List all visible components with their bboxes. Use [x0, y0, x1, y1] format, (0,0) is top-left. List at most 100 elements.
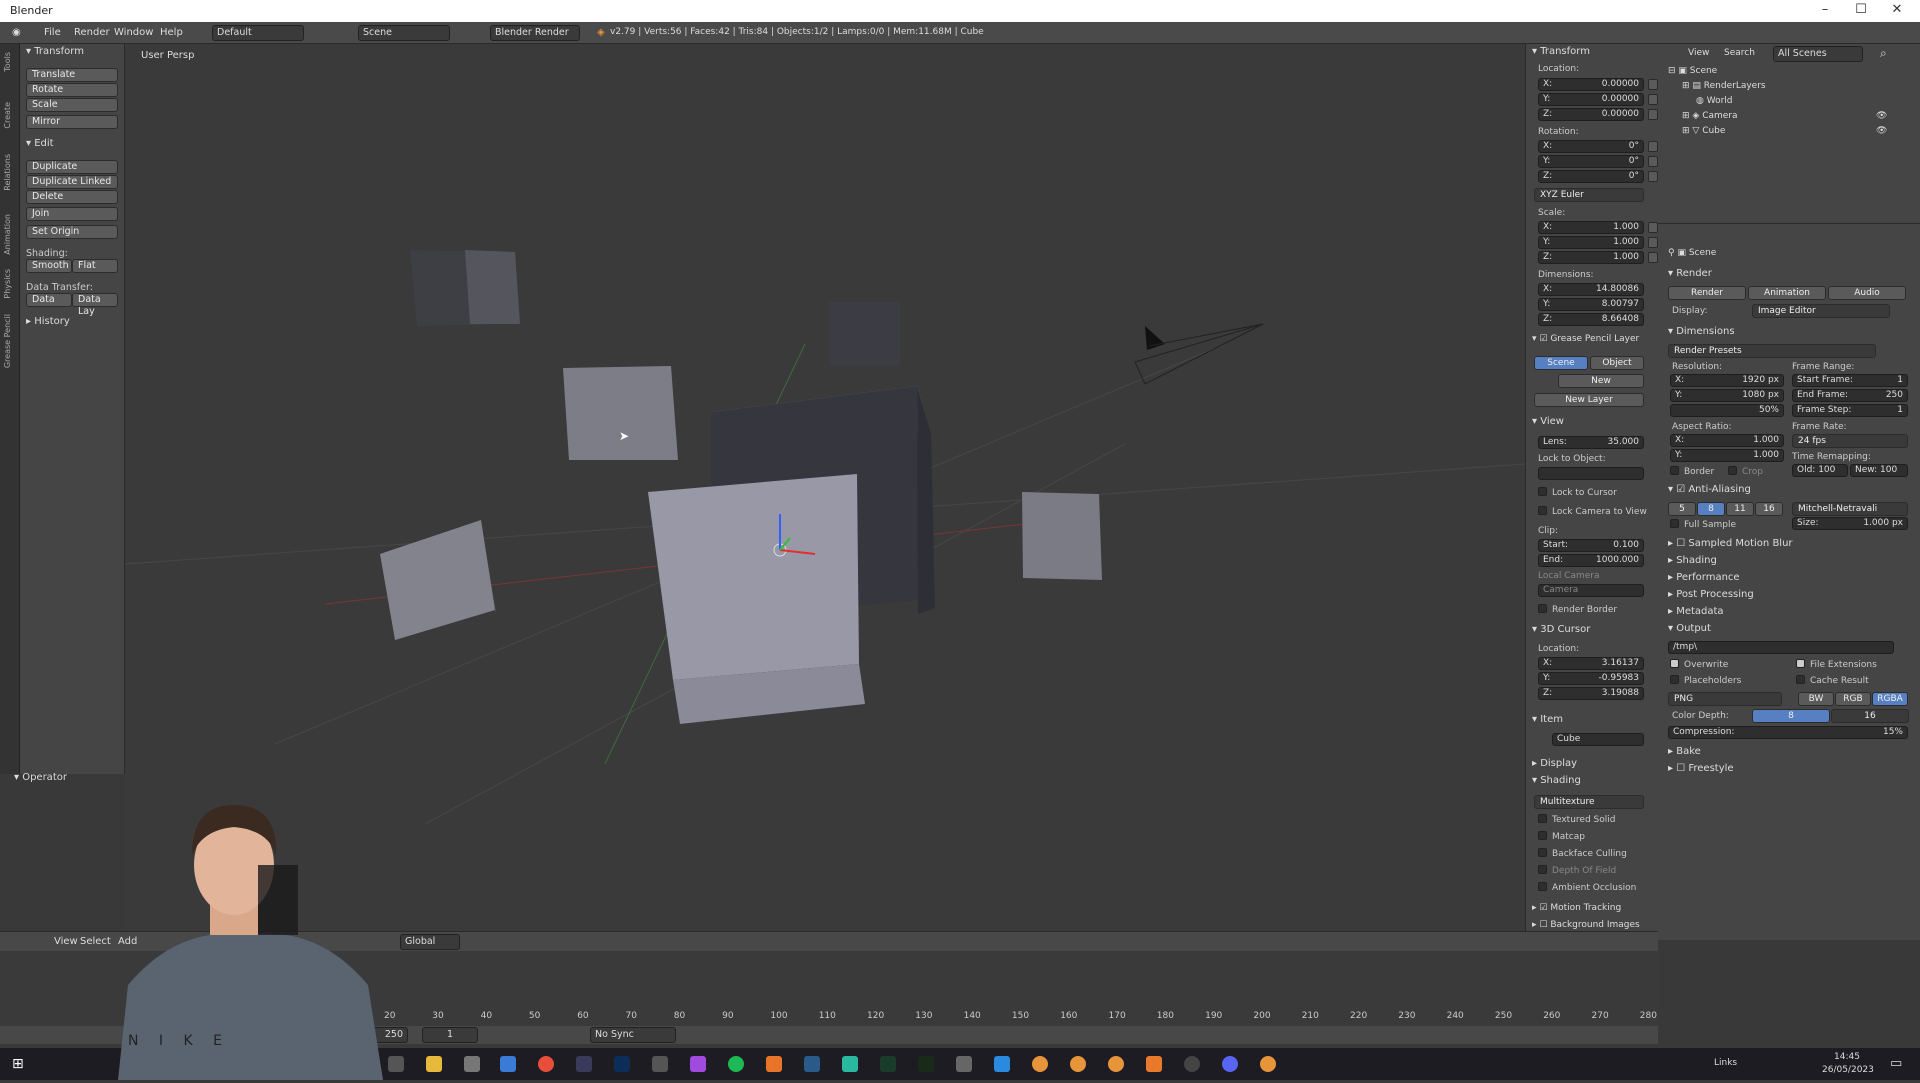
- menu-render[interactable]: Render: [74, 27, 110, 38]
- lock-icon[interactable]: [1648, 156, 1658, 167]
- painter-icon[interactable]: [918, 1056, 934, 1072]
- old-remap-field[interactable]: Old: 100: [1792, 464, 1848, 477]
- render-border-checkbox[interactable]: Render Border: [1538, 604, 1617, 615]
- border-checkbox[interactable]: Border: [1670, 466, 1730, 479]
- bake-header[interactable]: ▸ Bake: [1668, 746, 1701, 757]
- view-menu[interactable]: View: [54, 936, 78, 947]
- mirror-button[interactable]: Mirror: [26, 115, 118, 129]
- clip-start-field[interactable]: Start: 0.100: [1538, 539, 1644, 552]
- clock-time[interactable]: 14:45: [1834, 1052, 1860, 1062]
- aa-samples-16[interactable]: 16: [1755, 502, 1783, 516]
- audio-button[interactable]: Audio: [1828, 286, 1906, 300]
- location-z-field[interactable]: Z: 0.00000: [1538, 108, 1644, 121]
- file-format-select[interactable]: PNG: [1668, 692, 1782, 706]
- resolution-percent-field[interactable]: 50%: [1670, 404, 1784, 417]
- ambient-occlusion-checkbox[interactable]: Ambient Occlusion: [1538, 882, 1636, 893]
- location-x-field[interactable]: X: 0.00000: [1538, 78, 1644, 91]
- item-header[interactable]: ▾ Item: [1532, 714, 1563, 725]
- operator-header[interactable]: ▾ Operator: [14, 772, 67, 783]
- clock-date[interactable]: 26/05/2023: [1822, 1065, 1874, 1075]
- lock-icon[interactable]: [1648, 252, 1658, 263]
- aa-samples-8[interactable]: 8: [1697, 502, 1725, 516]
- lock-icon[interactable]: [1648, 141, 1658, 152]
- rotation-z-field[interactable]: Z: 0°: [1538, 170, 1644, 183]
- select-menu[interactable]: Select: [80, 936, 111, 947]
- crop-checkbox[interactable]: Crop: [1728, 466, 1784, 479]
- local-camera-field[interactable]: Camera: [1538, 584, 1644, 597]
- rotation-y-field[interactable]: Y: 0°: [1538, 155, 1644, 168]
- lens-field[interactable]: Lens: 35.000: [1538, 436, 1644, 449]
- cursor-y-field[interactable]: Y: -0.95983: [1538, 672, 1644, 685]
- app-icon[interactable]: [994, 1056, 1010, 1072]
- app-icon[interactable]: [842, 1056, 858, 1072]
- overwrite-checkbox[interactable]: Overwrite: [1670, 659, 1728, 670]
- lock-icon[interactable]: [1648, 79, 1658, 90]
- cube-mesh[interactable]: [648, 386, 935, 724]
- lock-to-cursor-checkbox[interactable]: Lock to Cursor: [1538, 487, 1617, 498]
- textured-solid-checkbox[interactable]: Textured Solid: [1538, 814, 1615, 825]
- filter-size-field[interactable]: Size: 1.000 px: [1792, 517, 1908, 530]
- current-frame-field[interactable]: 1: [422, 1027, 478, 1043]
- outliner-filter-select[interactable]: All Scenes: [1773, 46, 1863, 62]
- cursor-z-field[interactable]: Z: 3.19088: [1538, 687, 1644, 700]
- set-origin-button[interactable]: Set Origin: [26, 225, 118, 239]
- transform-panel-header[interactable]: ▾ Transform: [1532, 46, 1590, 57]
- minimize-button[interactable]: –: [1810, 2, 1840, 17]
- full-sample-checkbox[interactable]: Full Sample: [1670, 519, 1736, 530]
- cube-mesh[interactable]: [410, 250, 520, 326]
- lock-icon[interactable]: [1648, 94, 1658, 105]
- clip-end-field[interactable]: End: 1000.000: [1538, 554, 1644, 567]
- gp-scene-button[interactable]: Scene: [1534, 356, 1588, 370]
- resolution-y-field[interactable]: Y: 1080 px: [1670, 389, 1784, 402]
- shading-header[interactable]: ▾ Shading: [1532, 775, 1581, 786]
- join-button[interactable]: Join: [26, 207, 118, 221]
- sync-select[interactable]: No Sync: [590, 1027, 676, 1043]
- background-images-header[interactable]: ▸ ☐ Background Images: [1532, 920, 1640, 930]
- end-frame-field[interactable]: End Frame: 250: [1792, 389, 1908, 402]
- duplicate-button[interactable]: Duplicate: [26, 160, 118, 174]
- camera-object[interactable]: [1134, 323, 1264, 385]
- menu-file[interactable]: File: [44, 27, 61, 38]
- outliner-renderlayers[interactable]: ⊞ ▤ RenderLayers: [1682, 81, 1766, 91]
- compression-field[interactable]: Compression: 15%: [1668, 726, 1908, 739]
- lock-icon[interactable]: [1648, 109, 1658, 120]
- photoshop-icon[interactable]: [614, 1056, 630, 1072]
- aspect-y-field[interactable]: Y: 1.000: [1670, 449, 1784, 462]
- gp-new-button[interactable]: New: [1558, 374, 1644, 388]
- lock-icon[interactable]: [1648, 237, 1658, 248]
- notifications-icon[interactable]: ▭: [1890, 1056, 1902, 1071]
- dimension-icon[interactable]: [880, 1056, 896, 1072]
- lock-camera-checkbox[interactable]: Lock Camera to View: [1538, 506, 1647, 517]
- tab-relations[interactable]: Relations: [3, 154, 12, 191]
- placeholders-checkbox[interactable]: Placeholders: [1670, 675, 1741, 686]
- cube-mesh[interactable]: [563, 366, 678, 460]
- tab-tools[interactable]: Tools: [3, 52, 12, 72]
- gp-new-layer-button[interactable]: New Layer: [1534, 393, 1644, 407]
- vlc-icon[interactable]: [1146, 1056, 1162, 1072]
- maximize-button[interactable]: ☐: [1846, 2, 1876, 17]
- location-y-field[interactable]: Y: 0.00000: [1538, 93, 1644, 106]
- output-header[interactable]: ▾ Output: [1668, 623, 1711, 634]
- delete-button[interactable]: Delete: [26, 190, 118, 204]
- scene-select[interactable]: Scene: [358, 25, 450, 41]
- tab-create[interactable]: Create: [3, 102, 12, 129]
- file-explorer-icon[interactable]: [426, 1056, 442, 1072]
- performance-header[interactable]: ▸ Performance: [1668, 572, 1740, 583]
- bw-button[interactable]: BW: [1798, 692, 1834, 706]
- lock-icon[interactable]: [1648, 171, 1658, 182]
- dimension-z-field[interactable]: Z: 8.66408: [1538, 313, 1644, 326]
- blender-taskbar-icon[interactable]: [1070, 1056, 1086, 1072]
- eye-icon[interactable]: 👁: [1876, 126, 1887, 136]
- search-icon[interactable]: ⌕: [1880, 46, 1887, 61]
- eye-icon[interactable]: 👁: [1876, 111, 1887, 121]
- render-button[interactable]: Render: [1668, 286, 1746, 300]
- aa-samples-11[interactable]: 11: [1726, 502, 1754, 516]
- transform-header[interactable]: ▾ Transform: [26, 46, 84, 57]
- data-button[interactable]: Data: [26, 293, 72, 307]
- app-icon[interactable]: [804, 1056, 820, 1072]
- duplicate-linked-button[interactable]: Duplicate Linked: [26, 175, 118, 189]
- scale-button[interactable]: Scale: [26, 98, 118, 112]
- history-header[interactable]: ▸ History: [26, 316, 70, 327]
- data-lay-button[interactable]: Data Lay: [72, 293, 118, 317]
- lock-icon[interactable]: [1648, 222, 1658, 233]
